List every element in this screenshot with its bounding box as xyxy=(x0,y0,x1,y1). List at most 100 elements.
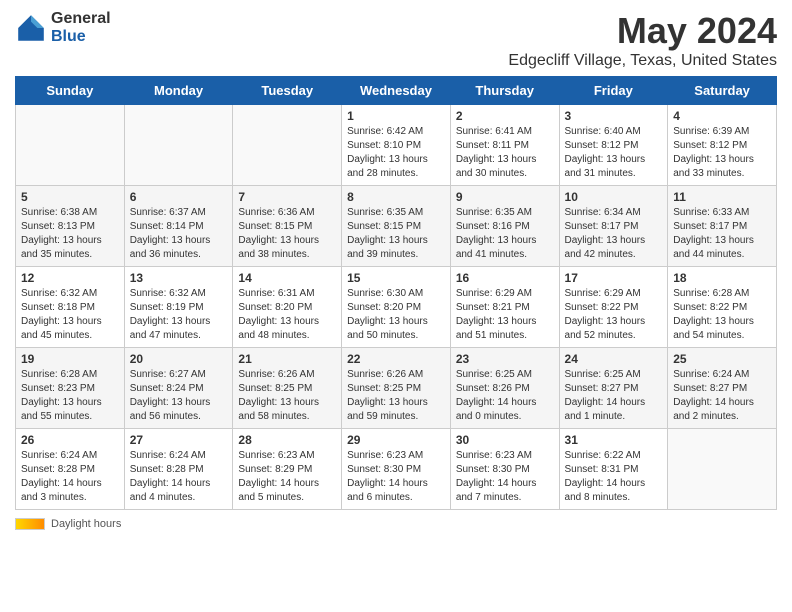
day-info: Sunrise: 6:22 AM Sunset: 8:31 PM Dayligh… xyxy=(565,449,663,505)
day-info: Sunrise: 6:29 AM Sunset: 8:22 PM Dayligh… xyxy=(565,287,663,343)
day-number: 27 xyxy=(130,433,228,447)
day-info: Sunrise: 6:35 AM Sunset: 8:16 PM Dayligh… xyxy=(456,206,554,262)
day-info: Sunrise: 6:24 AM Sunset: 8:28 PM Dayligh… xyxy=(130,449,228,505)
calendar-day-cell: 16Sunrise: 6:29 AM Sunset: 8:21 PM Dayli… xyxy=(450,267,559,348)
day-number: 26 xyxy=(21,433,119,447)
calendar-day-cell: 26 Sunrise: 6:24 AM Sunset: 8:28 PM Dayli… xyxy=(16,429,125,510)
calendar-day-cell xyxy=(233,105,342,186)
day-info: Sunrise: 6:23 AM Sunset: 8:30 PM Dayligh… xyxy=(347,449,445,505)
day-info: Sunrise: 6:37 AM Sunset: 8:14 PM Dayligh… xyxy=(130,206,228,262)
day-info: Sunrise: 6:39 AM Sunset: 8:12 PM Dayligh… xyxy=(673,125,771,181)
logo-general-text: General xyxy=(51,10,111,28)
logo-blue-text: Blue xyxy=(51,28,111,46)
day-info: Sunrise: 6:35 AM Sunset: 8:15 PM Dayligh… xyxy=(347,206,445,262)
day-info: Sunrise: 6:33 AM Sunset: 8:17 PM Dayligh… xyxy=(673,206,771,262)
calendar-day-cell: 5 Sunrise: 6:38 AM Sunset: 8:13 PM Daylig… xyxy=(16,186,125,267)
day-number: 24 xyxy=(565,352,663,366)
logo: General Blue xyxy=(15,10,111,45)
calendar-day-cell: 24 Sunrise: 6:25 AM Sunset: 8:27 PM Dayli… xyxy=(559,348,668,429)
day-number: 18 xyxy=(673,271,771,285)
legend-bar xyxy=(15,518,45,530)
day-number: 17 xyxy=(565,271,663,285)
calendar-day-cell xyxy=(668,429,777,510)
calendar-body: 1Sunrise: 6:42 AM Sunset: 8:10 PM Daylig… xyxy=(16,105,777,510)
day-of-week-header: Saturday xyxy=(668,77,777,105)
day-number: 19 xyxy=(21,352,119,366)
footer: Daylight hours xyxy=(15,518,777,530)
title-area: May 2024 Edgecliff Village, Texas, Unite… xyxy=(508,10,777,70)
day-of-week-header: Friday xyxy=(559,77,668,105)
calendar-day-cell: 7Sunrise: 6:36 AM Sunset: 8:15 PM Daylig… xyxy=(233,186,342,267)
calendar-day-cell: 30Sunrise: 6:23 AM Sunset: 8:30 PM Dayli… xyxy=(450,429,559,510)
day-number: 30 xyxy=(456,433,554,447)
day-info: Sunrise: 6:25 AM Sunset: 8:27 PM Dayligh… xyxy=(565,368,663,424)
day-info: Sunrise: 6:31 AM Sunset: 8:20 PM Dayligh… xyxy=(238,287,336,343)
calendar-day-cell: 8 Sunrise: 6:35 AM Sunset: 8:15 PM Daylig… xyxy=(342,186,451,267)
calendar-day-cell: 3 Sunrise: 6:40 AM Sunset: 8:12 PM Daylig… xyxy=(559,105,668,186)
day-number: 2 xyxy=(456,109,554,123)
calendar-week-row: 1Sunrise: 6:42 AM Sunset: 8:10 PM Daylig… xyxy=(16,105,777,186)
day-info: Sunrise: 6:23 AM Sunset: 8:29 PM Dayligh… xyxy=(238,449,336,505)
header: General Blue May 2024 Edgecliff Village,… xyxy=(15,10,777,70)
calendar-day-cell: 23 Sunrise: 6:25 AM Sunset: 8:26 PM Dayli… xyxy=(450,348,559,429)
day-number: 4 xyxy=(673,109,771,123)
day-number: 15 xyxy=(347,271,445,285)
legend-label: Daylight hours xyxy=(51,518,121,530)
day-of-week-header: Sunday xyxy=(16,77,125,105)
day-info: Sunrise: 6:40 AM Sunset: 8:12 PM Dayligh… xyxy=(565,125,663,181)
calendar-day-cell: 19 Sunrise: 6:28 AM Sunset: 8:23 PM Dayli… xyxy=(16,348,125,429)
day-of-week-header: Tuesday xyxy=(233,77,342,105)
calendar-day-cell: 10 Sunrise: 6:34 AM Sunset: 8:17 PM Dayli… xyxy=(559,186,668,267)
calendar-day-cell: 12Sunrise: 6:32 AM Sunset: 8:18 PM Dayli… xyxy=(16,267,125,348)
day-number: 6 xyxy=(130,190,228,204)
day-number: 5 xyxy=(21,190,119,204)
day-number: 3 xyxy=(565,109,663,123)
calendar-week-row: 19 Sunrise: 6:28 AM Sunset: 8:23 PM Dayli… xyxy=(16,348,777,429)
day-number: 13 xyxy=(130,271,228,285)
calendar-day-cell: 22Sunrise: 6:26 AM Sunset: 8:25 PM Dayli… xyxy=(342,348,451,429)
day-info: Sunrise: 6:34 AM Sunset: 8:17 PM Dayligh… xyxy=(565,206,663,262)
day-number: 25 xyxy=(673,352,771,366)
day-number: 29 xyxy=(347,433,445,447)
calendar-day-cell: 21 Sunrise: 6:26 AM Sunset: 8:25 PM Dayli… xyxy=(233,348,342,429)
main-title: May 2024 xyxy=(508,10,777,52)
calendar-day-cell: 11 Sunrise: 6:33 AM Sunset: 8:17 PM Dayli… xyxy=(668,186,777,267)
day-info: Sunrise: 6:32 AM Sunset: 8:19 PM Dayligh… xyxy=(130,287,228,343)
day-info: Sunrise: 6:38 AM Sunset: 8:13 PM Dayligh… xyxy=(21,206,119,262)
day-number: 10 xyxy=(565,190,663,204)
day-info: Sunrise: 6:32 AM Sunset: 8:18 PM Dayligh… xyxy=(21,287,119,343)
calendar-header: SundayMondayTuesdayWednesdayThursdayFrid… xyxy=(16,77,777,105)
calendar-day-cell: 1Sunrise: 6:42 AM Sunset: 8:10 PM Daylig… xyxy=(342,105,451,186)
day-number: 14 xyxy=(238,271,336,285)
day-number: 21 xyxy=(238,352,336,366)
logo-icon xyxy=(15,12,47,44)
day-number: 20 xyxy=(130,352,228,366)
day-info: Sunrise: 6:25 AM Sunset: 8:26 PM Dayligh… xyxy=(456,368,554,424)
day-info: Sunrise: 6:24 AM Sunset: 8:28 PM Dayligh… xyxy=(21,449,119,505)
day-of-week-header: Monday xyxy=(124,77,233,105)
subtitle: Edgecliff Village, Texas, United States xyxy=(508,52,777,70)
calendar-day-cell: 27 Sunrise: 6:24 AM Sunset: 8:28 PM Dayli… xyxy=(124,429,233,510)
header-row: SundayMondayTuesdayWednesdayThursdayFrid… xyxy=(16,77,777,105)
calendar-day-cell: 13 Sunrise: 6:32 AM Sunset: 8:19 PM Dayli… xyxy=(124,267,233,348)
calendar-day-cell: 25Sunrise: 6:24 AM Sunset: 8:27 PM Dayli… xyxy=(668,348,777,429)
day-of-week-header: Thursday xyxy=(450,77,559,105)
day-number: 28 xyxy=(238,433,336,447)
calendar-day-cell: 17 Sunrise: 6:29 AM Sunset: 8:22 PM Dayli… xyxy=(559,267,668,348)
calendar-day-cell: 15Sunrise: 6:30 AM Sunset: 8:20 PM Dayli… xyxy=(342,267,451,348)
day-number: 16 xyxy=(456,271,554,285)
calendar-day-cell: 29 Sunrise: 6:23 AM Sunset: 8:30 PM Dayli… xyxy=(342,429,451,510)
calendar-day-cell: 2Sunrise: 6:41 AM Sunset: 8:11 PM Daylig… xyxy=(450,105,559,186)
calendar-week-row: 5 Sunrise: 6:38 AM Sunset: 8:13 PM Daylig… xyxy=(16,186,777,267)
day-number: 23 xyxy=(456,352,554,366)
calendar-day-cell xyxy=(16,105,125,186)
calendar-day-cell: 4 Sunrise: 6:39 AM Sunset: 8:12 PM Daylig… xyxy=(668,105,777,186)
day-number: 22 xyxy=(347,352,445,366)
day-number: 11 xyxy=(673,190,771,204)
calendar-day-cell: 20Sunrise: 6:27 AM Sunset: 8:24 PM Dayli… xyxy=(124,348,233,429)
day-number: 8 xyxy=(347,190,445,204)
calendar-day-cell: 31Sunrise: 6:22 AM Sunset: 8:31 PM Dayli… xyxy=(559,429,668,510)
day-info: Sunrise: 6:26 AM Sunset: 8:25 PM Dayligh… xyxy=(238,368,336,424)
day-info: Sunrise: 6:28 AM Sunset: 8:23 PM Dayligh… xyxy=(21,368,119,424)
day-number: 1 xyxy=(347,109,445,123)
